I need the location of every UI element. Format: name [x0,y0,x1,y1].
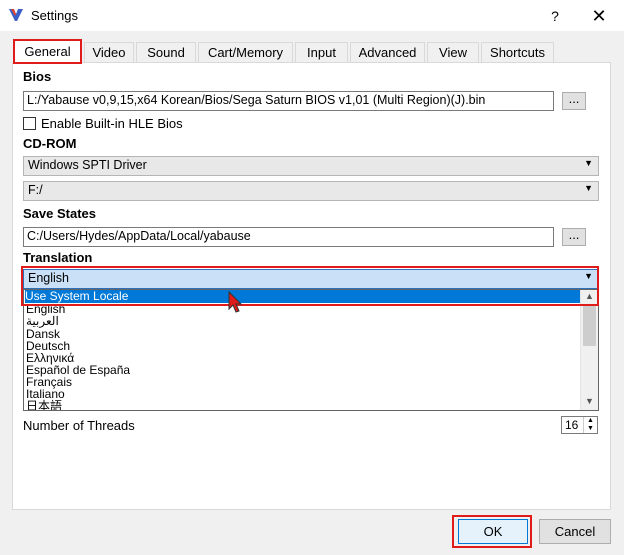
language-option-system-locale[interactable]: Use System Locale [25,290,581,303]
close-icon[interactable]: ✕ [585,5,613,27]
save-states-heading: Save States [23,206,96,221]
hle-bios-checkbox[interactable] [23,117,36,130]
save-states-path-field[interactable]: C:/Users/Hydes/AppData/Local/yabause [23,227,554,247]
cdrom-heading: CD-ROM [23,136,77,151]
language-option-arabic[interactable]: العربية [26,315,59,327]
threads-value: 16 [565,418,579,432]
chevron-down-icon[interactable]: ▼ [583,396,596,408]
chevron-up-icon[interactable]: ▲ [583,291,596,303]
threads-spinbox[interactable]: 16 ▲ ▼ [561,416,598,434]
translation-selected-value: English [28,271,69,285]
translation-select[interactable]: English ▼ [23,269,599,289]
tab-general[interactable]: General [13,39,82,64]
save-states-browse-button[interactable]: ... [562,228,586,246]
chevron-down-icon: ▼ [584,158,593,168]
bios-heading: Bios [23,69,52,84]
tab-advanced[interactable]: Advanced [350,42,425,62]
translation-heading: Translation [23,250,93,265]
translation-dropdown-list: Use System Locale English العربية Dansk … [23,289,599,411]
cdrom-drive-value: F:/ [28,183,43,197]
tab-input[interactable]: Input [295,42,348,62]
dropdown-scrollbar[interactable]: ▲ ▼ [580,290,598,410]
ok-button[interactable]: OK [458,519,528,544]
threads-label: Number of Threads [23,418,135,433]
cancel-button[interactable]: Cancel [539,519,611,544]
bios-path-field[interactable]: L:/Yabause v0,9,15,x64 Korean/Bios/Sega … [23,91,554,111]
title-bar: Settings ? ✕ [0,0,624,31]
mouse-cursor-icon [228,291,243,313]
scrollbar-thumb[interactable] [583,306,596,346]
help-button[interactable]: ? [543,6,567,26]
tab-sound[interactable]: Sound [136,42,196,62]
spin-arrows-icon[interactable]: ▲ ▼ [583,417,597,433]
language-option-japanese[interactable]: 日本語 [26,400,62,410]
chevron-down-icon: ▼ [584,271,593,281]
cdrom-drive-select[interactable]: F:/ ▼ [23,181,599,201]
tab-video[interactable]: Video [84,42,134,62]
bios-browse-button[interactable]: ... [562,92,586,110]
cdrom-driver-value: Windows SPTI Driver [28,158,147,172]
tab-view[interactable]: View [427,42,479,62]
chevron-down-icon: ▼ [584,183,593,193]
tab-cart-memory[interactable]: Cart/Memory [198,42,293,62]
hle-bios-label: Enable Built-in HLE Bios [41,116,183,131]
window-title: Settings [31,8,78,23]
yabause-app-icon [9,9,23,21]
cdrom-driver-select[interactable]: Windows SPTI Driver ▼ [23,156,599,176]
tab-shortcuts[interactable]: Shortcuts [481,42,554,62]
